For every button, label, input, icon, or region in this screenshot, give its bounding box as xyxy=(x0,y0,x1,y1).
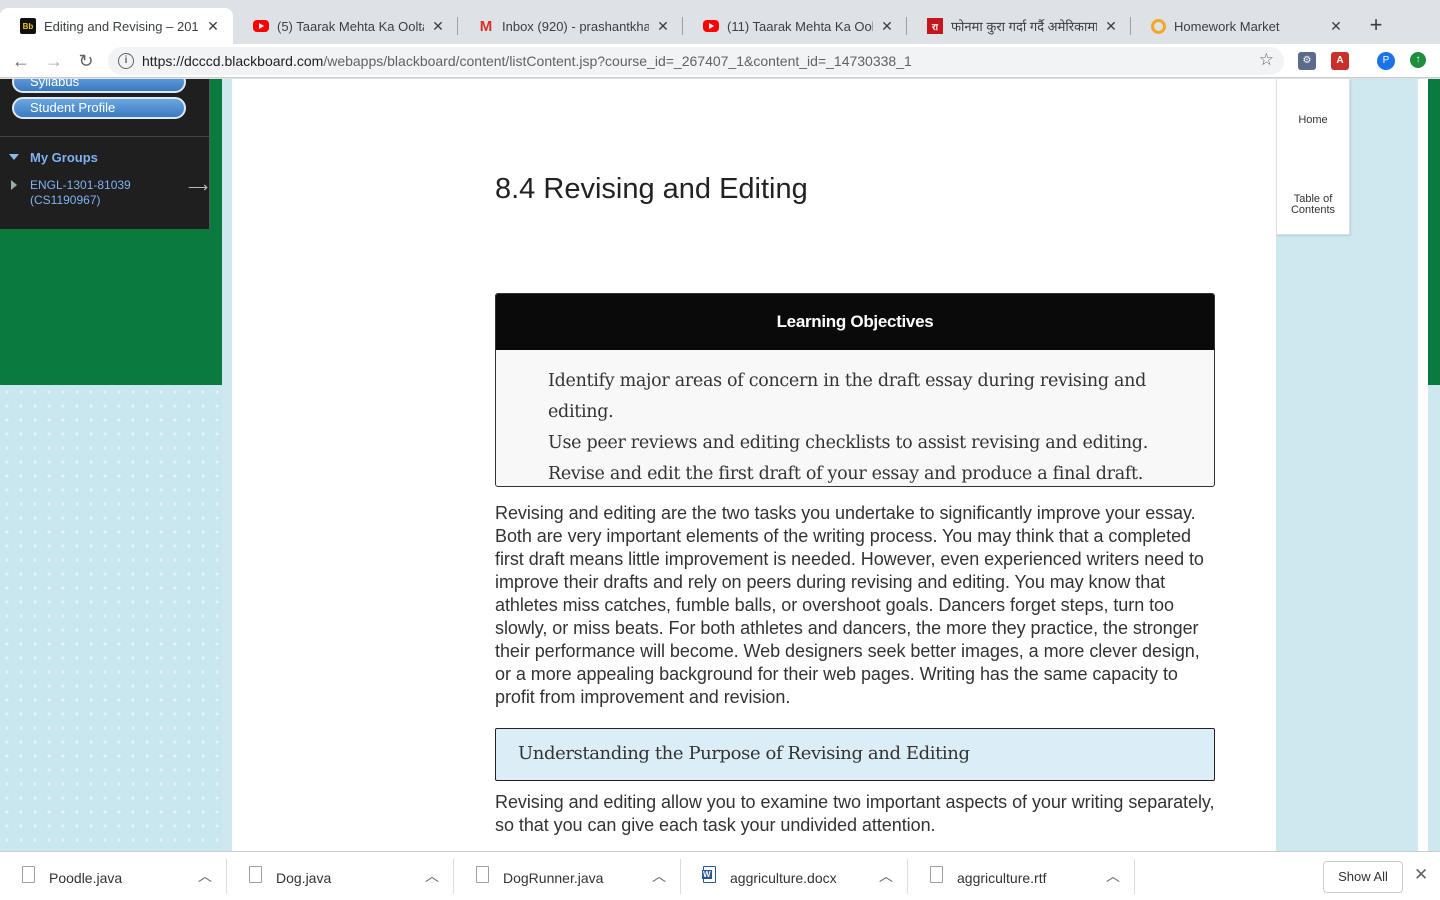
tab-title: Inbox (920) - prashantkhadk xyxy=(502,18,649,34)
course-menu: Syllabus Student Profile My Groups ENGL-… xyxy=(0,79,210,229)
url-path: /webapps/blackboard/content/listContent.… xyxy=(323,53,912,69)
tab-ratopati[interactable]: रा फोनमा कुरा गर्दा गर्दै अमेरिकामा नेपा… xyxy=(907,8,1131,44)
download-filename: Poodle.java xyxy=(49,870,123,886)
collapsed-triangle-icon[interactable] xyxy=(11,180,17,190)
tab-youtube-2[interactable]: (11) Taarak Mehta Ka Ooltah ✕ xyxy=(683,8,907,44)
bookmark-star-icon[interactable]: ☆ xyxy=(1259,50,1274,70)
list-item: Use peer reviews and editing checklists … xyxy=(548,433,1148,453)
download-item[interactable]: Dog.java ︿ xyxy=(227,852,454,900)
tab-title: Editing and Revising – 2018F xyxy=(44,18,199,34)
back-icon[interactable]: ← xyxy=(9,49,33,73)
close-icon[interactable]: ✕ xyxy=(1414,865,1428,885)
forward-icon[interactable]: → xyxy=(42,49,66,73)
group-link[interactable]: ENGL-1301-81039 (CS1190967) xyxy=(30,178,131,208)
close-icon[interactable]: ✕ xyxy=(879,18,895,35)
browser-toolbar: ← → ↻ i https://dcccd.blackboard.com/web… xyxy=(0,44,1440,78)
file-icon xyxy=(930,866,943,883)
expand-triangle-icon[interactable] xyxy=(9,154,19,160)
menu-item-student-profile[interactable]: Student Profile xyxy=(12,97,186,119)
show-all-button[interactable]: Show All xyxy=(1323,861,1403,893)
list-item: Revise and edit the first draft of your … xyxy=(548,464,1144,484)
page-title: 8.4 Revising and Editing xyxy=(495,173,808,205)
group-link-id: (CS1190967) xyxy=(30,193,101,207)
menu-item-syllabus[interactable]: Syllabus xyxy=(12,79,186,93)
tab-title: (11) Taarak Mehta Ka Ooltah xyxy=(727,18,873,34)
group-link-name: ENGL-1301-81039 xyxy=(30,178,131,192)
home-link[interactable]: Home xyxy=(1277,115,1349,126)
objectives-list: Identify major areas of concern in the d… xyxy=(496,350,1214,486)
gmail-icon: M xyxy=(479,17,493,35)
download-item[interactable]: aggriculture.rtf ︿ xyxy=(908,852,1135,900)
pdf-extension-icon[interactable]: A xyxy=(1331,52,1349,70)
chevron-up-icon[interactable]: ︿ xyxy=(1106,866,1120,886)
intro-paragraph: Revising and editing are the two tasks y… xyxy=(495,503,1204,707)
url-text[interactable]: https://dcccd.blackboard.com/webapps/bla… xyxy=(142,53,912,69)
homeworkmarket-icon xyxy=(1151,18,1166,34)
close-icon[interactable]: ✕ xyxy=(1103,18,1119,35)
close-icon[interactable]: ✕ xyxy=(430,18,446,35)
downloads-shelf: Poodle.java ︿ Dog.java ︿ DogRunner.java … xyxy=(0,851,1440,900)
chevron-up-icon[interactable]: ︿ xyxy=(879,866,893,886)
ratopati-icon: रा xyxy=(927,18,943,34)
youtube-icon xyxy=(703,20,719,32)
extension-icon[interactable]: ⚙ xyxy=(1298,52,1316,70)
profile-avatar[interactable]: P xyxy=(1377,52,1395,70)
content-frame-edge xyxy=(1418,79,1428,851)
chevron-up-icon[interactable]: ︿ xyxy=(652,866,666,886)
side-navigation: Home Table of Contents xyxy=(1276,79,1350,235)
blackboard-icon: Bb xyxy=(20,18,36,34)
word-icon xyxy=(702,866,716,883)
download-item[interactable]: DogRunner.java ︿ xyxy=(454,852,681,900)
tab-title: फोनमा कुरा गर्दा गर्दै अमेरिकामा नेपाल xyxy=(951,19,1097,34)
download-item[interactable]: Poodle.java ︿ xyxy=(0,852,227,900)
update-icon[interactable]: ↑ xyxy=(1410,52,1426,68)
table-of-contents-link[interactable]: Table of Contents xyxy=(1277,194,1349,216)
background-pattern xyxy=(0,385,222,851)
download-filename: DogRunner.java xyxy=(503,870,604,886)
content-frame: 8.4 Revising and Editing Learning Object… xyxy=(232,79,1276,851)
url-host: https://dcccd.blackboard.com xyxy=(142,53,324,69)
toc-label-line2: Contents xyxy=(1290,204,1336,216)
section-heading: Understanding the Purpose of Revising an… xyxy=(495,728,1215,781)
tab-editing-revising[interactable]: Bb Editing and Revising – 2018F ✕ xyxy=(0,8,233,44)
youtube-icon xyxy=(253,20,269,32)
arrow-right-icon[interactable]: ⟶ xyxy=(188,179,208,196)
address-bar[interactable]: i https://dcccd.blackboard.com/webapps/b… xyxy=(108,47,1284,75)
info-icon[interactable]: i xyxy=(118,53,134,69)
reload-icon[interactable]: ↻ xyxy=(74,49,98,73)
background-banner-right xyxy=(1428,79,1440,385)
file-icon xyxy=(22,866,35,883)
tab-strip: Bb Editing and Revising – 2018F ✕ (5) Ta… xyxy=(0,0,1440,44)
close-icon[interactable]: ✕ xyxy=(205,18,221,35)
file-icon xyxy=(476,866,489,883)
list-item: Identify major areas of concern in the d… xyxy=(548,371,1147,422)
chevron-up-icon[interactable]: ︿ xyxy=(425,866,439,886)
tab-homework-market[interactable]: Homework Market ✕ xyxy=(1131,8,1356,44)
tab-youtube-1[interactable]: (5) Taarak Mehta Ka Ooltah ✕ xyxy=(233,8,458,44)
tab-title: (5) Taarak Mehta Ka Ooltah xyxy=(277,18,424,34)
download-item[interactable]: aggriculture.docx ︿ xyxy=(681,852,908,900)
close-icon[interactable]: ✕ xyxy=(1328,18,1344,35)
file-icon xyxy=(249,866,262,883)
download-filename: Dog.java xyxy=(276,870,332,886)
new-tab-button[interactable]: + xyxy=(1366,12,1386,38)
page-viewport: Syllabus Student Profile My Groups ENGL-… xyxy=(0,79,1440,851)
tab-title: Homework Market xyxy=(1174,18,1280,34)
download-filename: aggriculture.docx xyxy=(730,870,837,886)
chevron-up-icon[interactable]: ︿ xyxy=(198,866,212,886)
divider xyxy=(0,136,209,137)
download-filename: aggriculture.rtf xyxy=(957,870,1047,886)
learning-objectives-box: Learning Objectives Identify major areas… xyxy=(495,293,1215,487)
tab-gmail[interactable]: M Inbox (920) - prashantkhadk ✕ xyxy=(458,8,683,44)
close-icon[interactable]: ✕ xyxy=(655,18,671,35)
section-paragraph: Revising and editing allow you to examin… xyxy=(495,792,1215,835)
learning-objectives-heading: Learning Objectives xyxy=(496,294,1214,350)
my-groups-heading[interactable]: My Groups xyxy=(30,150,98,165)
